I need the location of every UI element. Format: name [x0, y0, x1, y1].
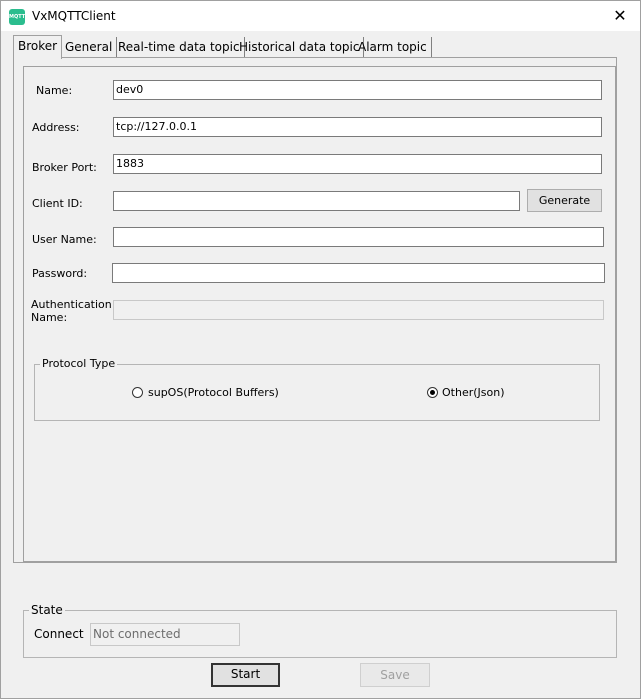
name-label: Name: — [36, 84, 73, 97]
address-label: Address: — [32, 121, 80, 134]
client-id-field[interactable] — [113, 191, 520, 211]
tab-broker[interactable]: Broker — [13, 35, 63, 59]
password-label: Password: — [32, 267, 88, 280]
title-bar: MQTT VxMQTTClient ✕ — [1, 1, 640, 31]
app-icon: MQTT — [9, 9, 25, 25]
tab-real-time-data-topic[interactable]: Real-time data topic — [114, 37, 245, 57]
user-name-field[interactable] — [113, 227, 604, 247]
authentication-name-label-line1: Authentication — [31, 298, 112, 311]
broker-port-label: Broker Port: — [32, 161, 97, 174]
connect-status-field: Not connected — [90, 623, 240, 646]
start-button[interactable]: Start — [211, 663, 280, 687]
app-window: MQTT VxMQTTClient ✕ Broker General Real-… — [0, 0, 641, 699]
close-icon[interactable]: ✕ — [600, 1, 640, 31]
window-title: VxMQTTClient — [32, 9, 116, 23]
tab-historical-data-topic[interactable]: Historical data topic — [235, 37, 365, 57]
supos-radio[interactable] — [132, 387, 143, 398]
protocol-type-group — [34, 364, 600, 421]
client-id-label: Client ID: — [32, 197, 83, 210]
save-button[interactable]: Save — [360, 663, 430, 687]
user-name-label: User Name: — [32, 233, 97, 246]
tab-general[interactable]: General — [61, 37, 118, 57]
authentication-name-label-line2: Name: — [31, 311, 68, 324]
supos-radio-label[interactable]: supOS(Protocol Buffers) — [148, 386, 279, 399]
generate-button[interactable]: Generate — [527, 189, 602, 212]
name-field[interactable]: dev0 — [113, 80, 602, 100]
other-json-radio[interactable] — [427, 387, 438, 398]
address-field[interactable]: tcp://127.0.0.1 — [113, 117, 602, 137]
authentication-name-field[interactable] — [113, 300, 604, 320]
connect-label: Connect — [34, 627, 84, 641]
protocol-type-title: Protocol Type — [40, 357, 118, 370]
broker-port-field[interactable]: 1883 — [113, 154, 602, 174]
tab-alarm-topic[interactable]: Alarm topic — [354, 37, 432, 57]
other-json-radio-label[interactable]: Other(Json) — [442, 386, 505, 399]
state-title: State — [29, 603, 65, 617]
password-field[interactable] — [112, 263, 605, 283]
